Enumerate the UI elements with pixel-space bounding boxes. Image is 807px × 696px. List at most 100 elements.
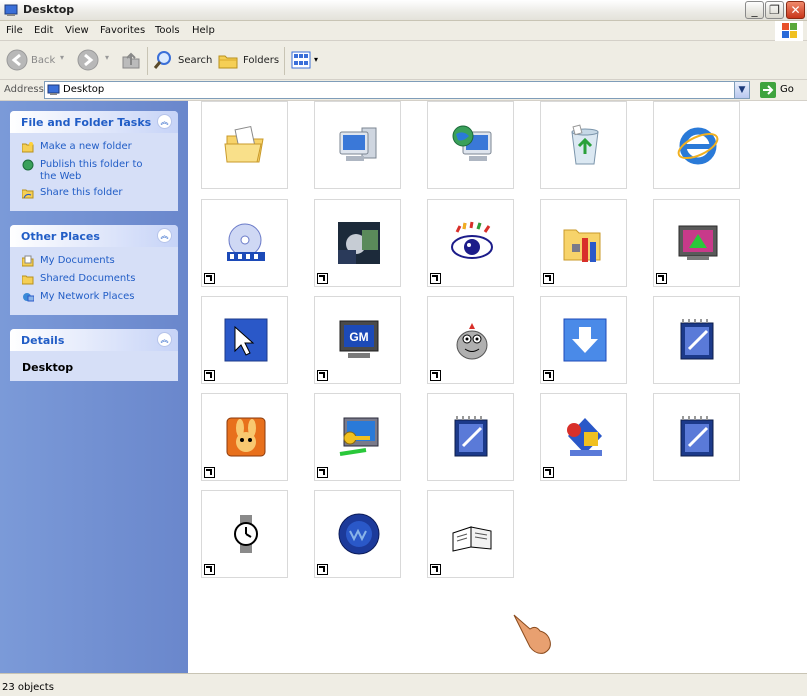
shortcut-arrow-icon bbox=[204, 273, 215, 284]
shortcut-arrow-icon bbox=[204, 370, 215, 381]
address-dropdown-button[interactable]: ▼ bbox=[734, 82, 749, 98]
panel-header[interactable]: Details ︽ bbox=[10, 329, 178, 351]
download-arrow-icon bbox=[563, 318, 607, 362]
desktop-item[interactable] bbox=[427, 296, 514, 384]
shortcut-arrow-icon bbox=[204, 564, 215, 575]
panel-header[interactable]: Other Places ︽ bbox=[10, 225, 178, 247]
desktop-item[interactable]: GM bbox=[314, 296, 401, 384]
panel-title: Details bbox=[21, 334, 65, 347]
restore-button[interactable]: ❐ bbox=[765, 1, 784, 19]
desktop-item[interactable] bbox=[201, 199, 288, 287]
desktop-item[interactable] bbox=[314, 101, 401, 189]
gm-monitor-icon: GM bbox=[339, 320, 379, 358]
desktop-item[interactable] bbox=[653, 393, 740, 481]
place-my-network-places[interactable]: My Network Places bbox=[22, 291, 134, 303]
desktop-item[interactable] bbox=[201, 101, 288, 189]
panel-header[interactable]: File and Folder Tasks ︽ bbox=[10, 111, 178, 133]
address-bar: Address Desktop ▼ Go bbox=[0, 80, 807, 101]
desktop-item[interactable] bbox=[427, 199, 514, 287]
place-shared-documents[interactable]: Shared Documents bbox=[22, 273, 135, 285]
status-text: 23 objects bbox=[2, 682, 54, 693]
go-button[interactable] bbox=[760, 82, 776, 98]
shortcut-arrow-icon bbox=[543, 273, 554, 284]
folders-icon bbox=[218, 55, 238, 69]
menu-view[interactable]: View bbox=[65, 25, 89, 36]
desktop-icon bbox=[4, 4, 18, 16]
menu-edit[interactable]: Edit bbox=[34, 25, 53, 36]
forward-dropdown-icon[interactable]: ▾ bbox=[105, 53, 109, 62]
shortcut-arrow-icon bbox=[317, 273, 328, 284]
collapse-chevron-icon[interactable]: ︽ bbox=[157, 114, 172, 129]
mascot-icon bbox=[456, 323, 488, 360]
notepad-icon bbox=[680, 416, 714, 457]
shortcut-arrow-icon bbox=[430, 273, 441, 284]
views-grid-icon bbox=[291, 51, 311, 69]
folders-button[interactable]: Folders bbox=[217, 49, 279, 73]
minimize-button[interactable]: _ bbox=[745, 1, 764, 19]
desktop-item[interactable] bbox=[653, 101, 740, 189]
toolbar-separator bbox=[147, 47, 148, 75]
toolbar: Back ▾ ▾ Search Folders ▾ bbox=[0, 41, 807, 80]
desktop-item[interactable] bbox=[427, 393, 514, 481]
blue-seal-icon bbox=[338, 513, 380, 555]
back-button[interactable]: Back bbox=[6, 49, 64, 73]
shortcut-arrow-icon bbox=[317, 467, 328, 478]
desktop-item[interactable] bbox=[653, 296, 740, 384]
desktop-icon bbox=[47, 84, 60, 95]
search-button[interactable]: Search bbox=[152, 49, 212, 73]
desktop-item[interactable] bbox=[427, 490, 514, 578]
menu-file[interactable]: File bbox=[6, 25, 23, 36]
address-input[interactable]: Desktop ▼ bbox=[44, 81, 750, 99]
desktop-item[interactable] bbox=[201, 393, 288, 481]
desktop-item[interactable] bbox=[540, 393, 627, 481]
collapse-chevron-icon[interactable]: ︽ bbox=[157, 332, 172, 347]
shortcut-arrow-icon bbox=[204, 467, 215, 478]
close-icon: ✕ bbox=[790, 3, 801, 17]
status-bar: 23 objects bbox=[0, 673, 807, 696]
task-label: Publish this folder to the Web bbox=[40, 159, 143, 182]
menu-tools[interactable]: Tools bbox=[155, 25, 180, 36]
cursor-tool-icon bbox=[224, 318, 268, 362]
task-publish-web[interactable]: Publish this folder to the Web bbox=[22, 159, 162, 183]
file-folder-tasks-panel: File and Folder Tasks ︽ Make a new folde… bbox=[10, 111, 178, 211]
views-button[interactable]: ▾ bbox=[290, 49, 324, 73]
other-places-panel: Other Places ︽ My Documents Shared Docum… bbox=[10, 225, 178, 315]
place-my-documents[interactable]: My Documents bbox=[22, 255, 115, 267]
desktop-item[interactable] bbox=[201, 296, 288, 384]
desktop-item[interactable] bbox=[540, 296, 627, 384]
recycle-bin-icon bbox=[571, 124, 599, 165]
my-documents-icon bbox=[22, 255, 34, 267]
forward-button[interactable] bbox=[77, 49, 99, 73]
forward-arrow-icon bbox=[77, 49, 99, 71]
menu-favorites[interactable]: Favorites bbox=[100, 25, 145, 36]
desktop-item[interactable] bbox=[201, 490, 288, 578]
desktop-item[interactable] bbox=[427, 101, 514, 189]
shortcut-arrow-icon bbox=[543, 370, 554, 381]
desktop-item[interactable] bbox=[653, 199, 740, 287]
collapse-chevron-icon[interactable]: ︽ bbox=[157, 228, 172, 243]
windows-logo-icon bbox=[775, 21, 803, 41]
desktop-item[interactable] bbox=[314, 199, 401, 287]
window-title: Desktop bbox=[23, 3, 75, 16]
media-disc-icon bbox=[227, 223, 265, 261]
desktop-item[interactable] bbox=[314, 393, 401, 481]
desktop-item[interactable] bbox=[540, 199, 627, 287]
go-label[interactable]: Go bbox=[780, 84, 794, 95]
address-value: Desktop bbox=[63, 84, 105, 95]
views-dropdown-icon: ▾ bbox=[314, 55, 319, 64]
shortcut-arrow-icon bbox=[543, 467, 554, 478]
shortcut-arrow-icon bbox=[430, 564, 441, 575]
task-make-new-folder[interactable]: Make a new folder bbox=[22, 141, 132, 153]
shapes-icon bbox=[567, 418, 602, 456]
close-button[interactable]: ✕ bbox=[786, 1, 805, 19]
up-button[interactable] bbox=[120, 49, 142, 73]
back-dropdown-icon[interactable]: ▾ bbox=[60, 53, 64, 62]
address-label: Address bbox=[4, 84, 44, 95]
task-label: Make a new folder bbox=[40, 141, 132, 152]
my-network-places-icon bbox=[452, 125, 492, 161]
desktop-item[interactable] bbox=[314, 490, 401, 578]
desktop-item[interactable] bbox=[540, 101, 627, 189]
menu-help[interactable]: Help bbox=[192, 25, 215, 36]
eye-icon bbox=[451, 221, 493, 259]
task-share-folder[interactable]: Share this folder bbox=[22, 187, 123, 199]
